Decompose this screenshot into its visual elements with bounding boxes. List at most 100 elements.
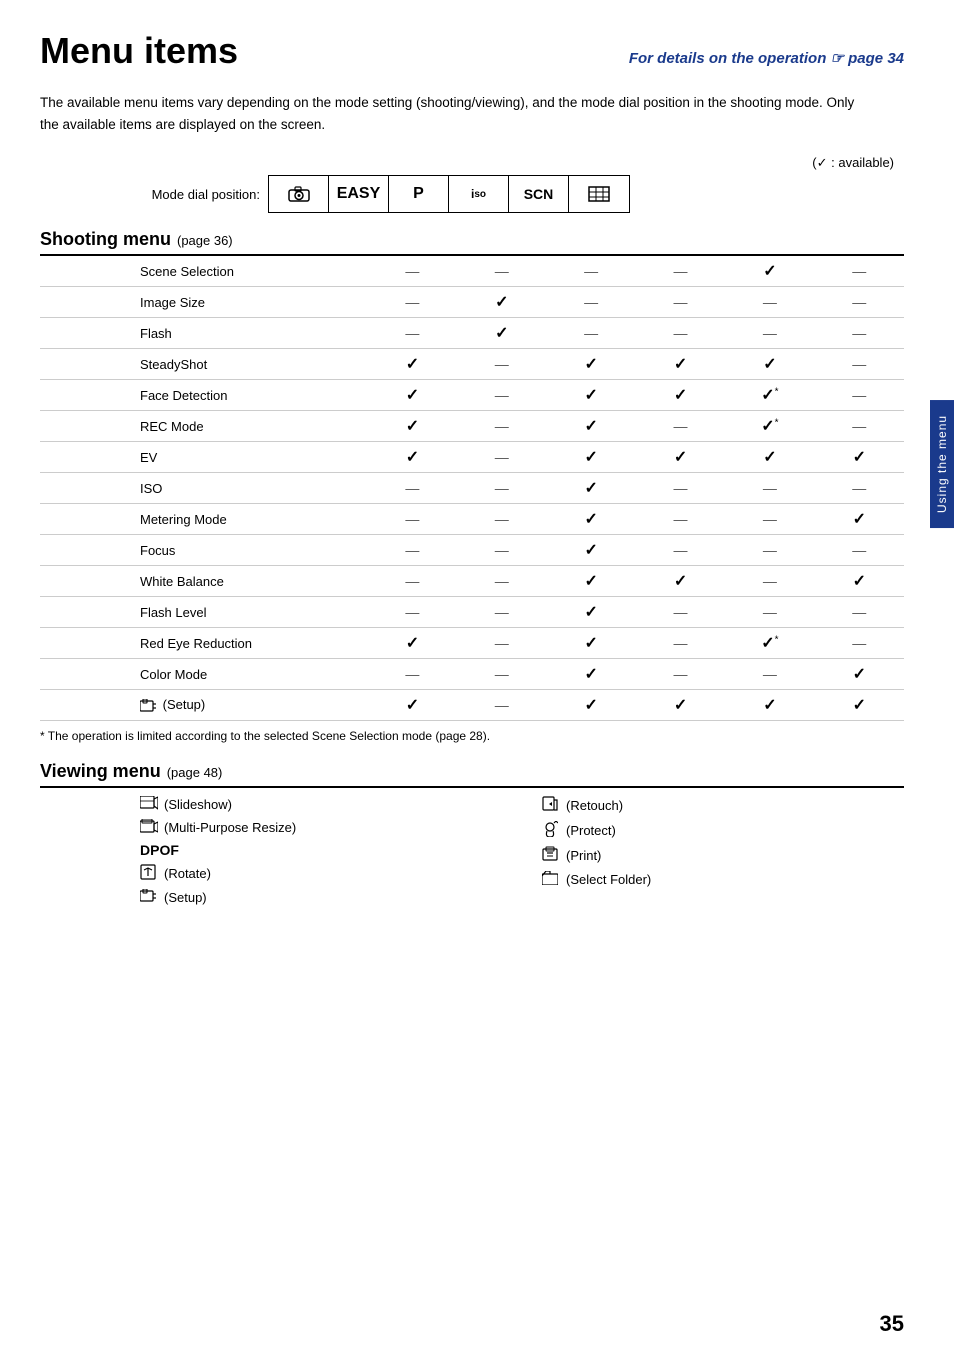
mode-cell: — <box>725 318 814 349</box>
mode-icons: EASY P iso SCN <box>268 175 630 213</box>
item-label: (Slideshow) <box>164 797 232 812</box>
item-label: (Multi-Purpose Resize) <box>164 820 296 835</box>
mode-cell: — <box>546 287 635 318</box>
viewing-col2: (Retouch)(Protect)(Print)(Select Folder) <box>542 796 904 906</box>
item-label: (Select Folder) <box>566 872 651 887</box>
mode-cell: — <box>725 597 814 628</box>
mode-cell: — <box>457 535 546 566</box>
mode-cell: ✓ <box>368 349 457 380</box>
item-icon <box>542 821 560 840</box>
mode-cell: — <box>636 628 725 659</box>
table-row: (Setup)✓—✓✓✓✓ <box>40 690 904 721</box>
viewing-menu-items: (Slideshow) (Multi-Purpose Resize) DPOF (Ro… <box>40 796 904 906</box>
mode-cell: ✓ <box>368 411 457 442</box>
mode-cell: ✓ <box>546 504 635 535</box>
page-header: Menu items For details on the operation … <box>40 30 904 72</box>
shooting-menu-title: Shooting menu <box>40 229 171 250</box>
mode-cell: ✓ <box>636 442 725 473</box>
list-item: (Select Folder) <box>542 871 904 888</box>
mode-cell: — <box>636 597 725 628</box>
mode-cell: — <box>725 566 814 597</box>
mode-cell: ✓ <box>368 380 457 411</box>
mode-cell: — <box>725 473 814 504</box>
list-item: (Print) <box>542 846 904 865</box>
mode-cell: ✓* <box>725 628 814 659</box>
mode-cell: ✓* <box>725 380 814 411</box>
mode-cell: ✓ <box>815 659 904 690</box>
mode-cell: ✓ <box>546 690 635 721</box>
mode-cell: ✓ <box>815 566 904 597</box>
mode-cell: — <box>457 597 546 628</box>
mode-cell: — <box>546 318 635 349</box>
menu-item-name: (Setup) <box>40 690 368 721</box>
legend-text: (✓ : available) <box>40 155 904 171</box>
mode-cell: — <box>636 659 725 690</box>
list-item: (Setup) <box>140 889 502 906</box>
mode-cell: ✓ <box>546 597 635 628</box>
mode-cell: — <box>457 349 546 380</box>
mode-cell: ✓ <box>636 690 725 721</box>
mode-cell: ✓ <box>546 442 635 473</box>
item-icon <box>542 846 560 865</box>
item-icon <box>140 864 158 883</box>
mode-cell: ✓ <box>546 535 635 566</box>
mode-cell: ✓ <box>546 659 635 690</box>
menu-item-name: REC Mode <box>40 411 368 442</box>
list-item: DPOF <box>140 842 502 858</box>
mode-cell: ✓ <box>368 442 457 473</box>
item-icon <box>542 796 560 815</box>
mode-cell: — <box>725 504 814 535</box>
dpof-label: DPOF <box>140 842 179 858</box>
mode-cell: — <box>815 287 904 318</box>
mode-cell: ✓ <box>725 256 814 287</box>
mode-cell: ✓* <box>725 411 814 442</box>
mode-cell: ✓ <box>546 628 635 659</box>
table-row: Flash Level——✓——— <box>40 597 904 628</box>
menu-item-name: Flash Level <box>40 597 368 628</box>
mode-cell: — <box>457 504 546 535</box>
mode-cell: ✓ <box>457 318 546 349</box>
viewing-menu-header: Viewing menu (page 48) <box>40 761 904 782</box>
mode-cell: — <box>457 628 546 659</box>
mode-icon-easy: EASY <box>329 176 389 212</box>
mode-cell: — <box>457 411 546 442</box>
mode-cell: — <box>815 473 904 504</box>
intro-text: The available menu items vary depending … <box>40 92 860 135</box>
table-row: Flash—✓———— <box>40 318 904 349</box>
mode-cell: ✓ <box>815 690 904 721</box>
mode-dial-label: Mode dial position: <box>40 187 260 202</box>
mode-cell: ✓ <box>546 380 635 411</box>
table-row: White Balance——✓✓—✓ <box>40 566 904 597</box>
mode-cell: — <box>725 287 814 318</box>
mode-cell: — <box>636 535 725 566</box>
menu-item-name: ISO <box>40 473 368 504</box>
table-row: SteadyShot✓—✓✓✓— <box>40 349 904 380</box>
mode-cell: ✓ <box>368 628 457 659</box>
list-item: (Rotate) <box>140 864 502 883</box>
viewing-menu-title: Viewing menu <box>40 761 161 782</box>
mode-cell: ✓ <box>546 411 635 442</box>
item-icon <box>542 871 560 888</box>
table-row: ISO——✓——— <box>40 473 904 504</box>
mode-cell: — <box>368 504 457 535</box>
table-row: Image Size—✓———— <box>40 287 904 318</box>
mode-cell: ✓ <box>546 349 635 380</box>
menu-item-name: Color Mode <box>40 659 368 690</box>
mode-icon-grid <box>569 176 629 212</box>
mode-cell: — <box>457 659 546 690</box>
table-row: REC Mode✓—✓—✓*— <box>40 411 904 442</box>
mode-cell: — <box>457 566 546 597</box>
mode-cell: — <box>815 535 904 566</box>
menu-item-name: Image Size <box>40 287 368 318</box>
mode-cell: ✓ <box>815 442 904 473</box>
header-reference: For details on the operation ☞ page 34 <box>629 49 904 67</box>
menu-item-name: Flash <box>40 318 368 349</box>
mode-cell: — <box>368 256 457 287</box>
mode-cell: — <box>636 504 725 535</box>
item-label: (Retouch) <box>566 798 623 813</box>
mode-cell: — <box>368 659 457 690</box>
menu-item-name: SteadyShot <box>40 349 368 380</box>
mode-cell: — <box>457 690 546 721</box>
mode-cell: ✓ <box>636 380 725 411</box>
mode-cell: — <box>368 566 457 597</box>
